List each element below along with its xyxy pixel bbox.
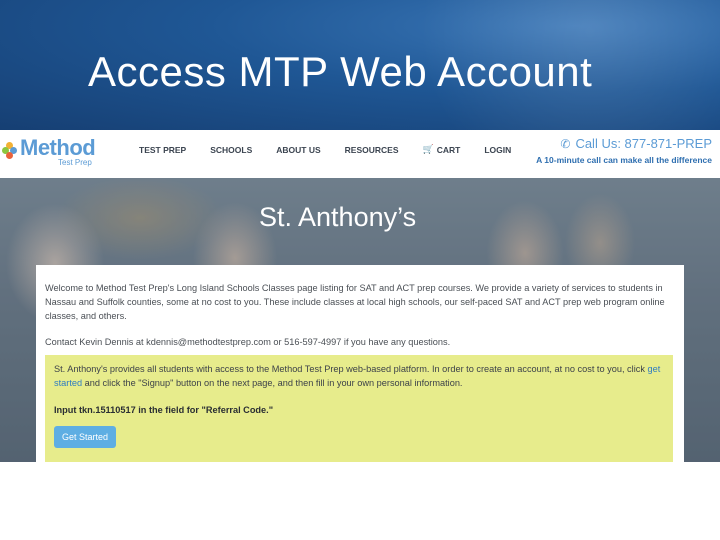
site-navbar: Method Test Prep TEST PREP SCHOOLS ABOUT…	[0, 130, 720, 179]
nav-schools[interactable]: SCHOOLS	[210, 145, 252, 155]
website-screenshot: Method Test Prep TEST PREP SCHOOLS ABOUT…	[0, 130, 720, 462]
hero-title: St. Anthony’s	[259, 202, 417, 232]
callout-text: St. Anthony's provides all students with…	[54, 362, 674, 390]
signup-callout: St. Anthony's provides all students with…	[45, 355, 673, 462]
slide-title: Access MTP Web Account	[88, 48, 593, 95]
cart-icon: 🛒	[422, 144, 434, 154]
logo-dots-icon	[2, 142, 20, 160]
get-started-button[interactable]: Get Started	[54, 426, 116, 448]
nav-cart[interactable]: 🛒 CART	[423, 144, 461, 155]
callout-text-end: and click the "Signup" button on the nex…	[82, 378, 463, 388]
call-us-subtext: A 10-minute call can make all the differ…	[536, 155, 712, 165]
referral-code-instruction: Input tkn.15110517 in the field for "Ref…	[54, 405, 274, 415]
call-us-block: ✆ Call Us: 877-871-PREP A 10-minute call…	[536, 136, 712, 165]
content-card: Welcome to Method Test Prep's Long Islan…	[36, 265, 684, 462]
hero-photo-banner: St. Anthony’s Welcome to Method Test Pre…	[0, 178, 720, 462]
slide-header: Access MTP Web Account	[0, 0, 720, 130]
main-nav: TEST PREP SCHOOLS ABOUT US RESOURCES 🛒 C…	[139, 144, 535, 155]
nav-cart-label: CART	[436, 144, 461, 155]
nav-test-prep[interactable]: TEST PREP	[139, 145, 186, 155]
call-us-text: Call Us: 877-871-PREP	[575, 136, 712, 151]
nav-about-us[interactable]: ABOUT US	[276, 145, 320, 155]
call-us-link[interactable]: ✆ Call Us: 877-871-PREP	[536, 136, 712, 151]
logo-tagline: Test Prep	[58, 158, 92, 167]
nav-resources[interactable]: RESOURCES	[345, 145, 399, 155]
nav-login[interactable]: LOGIN	[484, 145, 511, 155]
phone-icon: ✆	[560, 136, 571, 151]
callout-text-start: St. Anthony's provides all students with…	[54, 364, 648, 374]
intro-paragraph: Welcome to Method Test Prep's Long Islan…	[45, 283, 665, 321]
contact-paragraph: Contact Kevin Dennis at kdennis@methodte…	[45, 337, 451, 347]
method-logo[interactable]: Method Test Prep	[0, 134, 100, 172]
